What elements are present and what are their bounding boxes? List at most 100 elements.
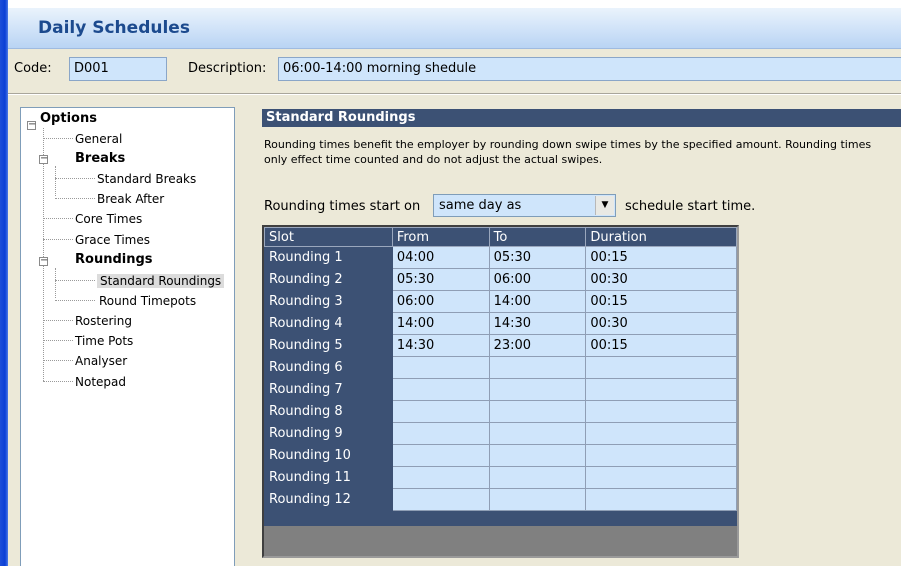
cell-from[interactable]: 14:00 xyxy=(391,312,490,335)
cell-from[interactable]: 04:00 xyxy=(391,246,490,269)
cell-duration[interactable]: 00:15 xyxy=(585,290,737,313)
options-tree[interactable]: − Options General − Breaks Standard Brea… xyxy=(20,107,235,566)
tree-item-rostering[interactable]: Rostering xyxy=(75,314,132,328)
cell-to[interactable]: 23:00 xyxy=(488,334,587,357)
cell-slot: Rounding 11 xyxy=(264,466,393,489)
table-row[interactable]: Rounding 11 xyxy=(264,466,737,489)
chevron-down-icon[interactable]: ▼ xyxy=(595,196,614,215)
column-header-from[interactable]: From xyxy=(391,227,490,247)
tree-line xyxy=(43,340,73,341)
table-row[interactable]: Rounding 4 14:00 14:30 00:30 xyxy=(264,312,737,335)
cell-duration[interactable] xyxy=(585,488,737,511)
tree-line xyxy=(55,300,95,301)
cell-slot: Rounding 1 xyxy=(264,246,393,269)
cell-slot: Rounding 12 xyxy=(264,488,393,511)
collapse-options-icon[interactable]: − xyxy=(27,120,36,130)
tree-line xyxy=(43,239,73,240)
tree-line xyxy=(43,381,73,382)
description-line: Rounding times benefit the employer by r… xyxy=(264,138,872,151)
tree-line xyxy=(43,360,73,361)
window-title: Daily Schedules xyxy=(38,18,190,38)
tree-line xyxy=(43,138,73,139)
cell-from[interactable] xyxy=(391,444,490,467)
code-label: Code: xyxy=(14,61,52,76)
rounding-start-label: Rounding times start on xyxy=(264,199,421,214)
collapse-breaks-icon[interactable]: − xyxy=(39,154,48,164)
cell-from[interactable] xyxy=(391,356,490,379)
cell-duration[interactable]: 00:30 xyxy=(585,268,737,291)
cell-to[interactable] xyxy=(488,466,587,489)
cell-to[interactable] xyxy=(488,488,587,511)
cell-to[interactable]: 05:30 xyxy=(488,246,587,269)
cell-from[interactable] xyxy=(391,422,490,445)
cell-from[interactable] xyxy=(391,400,490,423)
cell-from[interactable]: 06:00 xyxy=(391,290,490,313)
column-header-slot[interactable]: Slot xyxy=(264,227,393,247)
tree-line xyxy=(55,268,56,298)
tree-item-core-times[interactable]: Core Times xyxy=(75,212,142,226)
description-field[interactable]: 06:00-14:00 morning shedule xyxy=(278,57,901,81)
description-label: Description: xyxy=(188,61,267,76)
cell-to[interactable] xyxy=(488,400,587,423)
cell-to[interactable]: 14:30 xyxy=(488,312,587,335)
roundings-grid[interactable]: Slot From To Duration Rounding 1 04:00 05:… xyxy=(262,225,739,558)
tree-item-round-timepots[interactable]: Round Timepots xyxy=(99,294,196,308)
cell-duration[interactable]: 00:15 xyxy=(585,246,737,269)
tree-item-options[interactable]: Options xyxy=(40,112,97,126)
column-header-to[interactable]: To xyxy=(488,227,587,247)
cell-duration[interactable] xyxy=(585,444,737,467)
table-row[interactable]: Rounding 7 xyxy=(264,378,737,401)
tree-item-breaks[interactable]: Breaks xyxy=(75,152,125,166)
table-row[interactable]: Rounding 6 xyxy=(264,356,737,379)
table-row[interactable]: Rounding 1 04:00 05:30 00:15 xyxy=(264,246,737,269)
cell-to[interactable] xyxy=(488,444,587,467)
cell-duration[interactable] xyxy=(585,422,737,445)
rounding-start-value: same day as xyxy=(439,198,522,213)
cell-from[interactable]: 05:30 xyxy=(391,268,490,291)
cell-slot: Rounding 7 xyxy=(264,378,393,401)
table-row[interactable]: Rounding 10 xyxy=(264,444,737,467)
cell-to[interactable] xyxy=(488,378,587,401)
table-row[interactable]: Rounding 2 05:30 06:00 00:30 xyxy=(264,268,737,291)
tree-item-time-pots[interactable]: Time Pots xyxy=(75,334,133,348)
table-row[interactable]: Rounding 3 06:00 14:00 00:15 xyxy=(264,290,737,313)
section-description: Rounding times benefit the employer by r… xyxy=(264,137,901,167)
tree-item-break-after[interactable]: Break After xyxy=(97,192,164,206)
cell-to[interactable] xyxy=(488,422,587,445)
cell-duration[interactable]: 00:15 xyxy=(585,334,737,357)
cell-from[interactable] xyxy=(391,466,490,489)
code-field[interactable]: D001 xyxy=(69,57,167,81)
cell-slot: Rounding 5 xyxy=(264,334,393,357)
cell-slot: Rounding 8 xyxy=(264,400,393,423)
cell-duration[interactable] xyxy=(585,400,737,423)
tree-item-standard-roundings[interactable]: Standard Roundings xyxy=(97,274,225,288)
cell-duration[interactable]: 00:30 xyxy=(585,312,737,335)
tree-item-general[interactable]: General xyxy=(75,132,122,146)
cell-to[interactable] xyxy=(488,356,587,379)
schedule-header: Code: D001 Description: 06:00-14:00 morn… xyxy=(8,49,901,92)
tree-item-analyser[interactable]: Analyser xyxy=(75,354,127,368)
cell-to[interactable]: 06:00 xyxy=(488,268,587,291)
collapse-roundings-icon[interactable]: − xyxy=(39,256,48,266)
tree-item-grace-times[interactable]: Grace Times xyxy=(75,233,150,247)
tree-item-notepad[interactable]: Notepad xyxy=(75,375,126,389)
divider xyxy=(8,93,901,95)
rounding-start-suffix: schedule start time. xyxy=(625,199,756,214)
tree-item-standard-breaks[interactable]: Standard Breaks xyxy=(97,172,196,186)
table-row[interactable]: Rounding 12 xyxy=(264,488,737,511)
table-row[interactable]: Rounding 5 14:30 23:00 00:15 xyxy=(264,334,737,357)
tree-item-roundings[interactable]: Roundings xyxy=(75,253,153,267)
rounding-start-select[interactable]: same day as ▼ xyxy=(433,194,616,217)
table-row[interactable]: Rounding 9 xyxy=(264,422,737,445)
cell-from[interactable] xyxy=(391,488,490,511)
cell-to[interactable]: 14:00 xyxy=(488,290,587,313)
cell-slot: Rounding 2 xyxy=(264,268,393,291)
cell-duration[interactable] xyxy=(585,378,737,401)
table-row[interactable]: Rounding 8 xyxy=(264,400,737,423)
cell-from[interactable] xyxy=(391,378,490,401)
description-line: only effect time counted and do not adju… xyxy=(264,153,603,166)
cell-duration[interactable] xyxy=(585,466,737,489)
cell-duration[interactable] xyxy=(585,356,737,379)
column-header-duration[interactable]: Duration xyxy=(585,227,737,247)
cell-from[interactable]: 14:30 xyxy=(391,334,490,357)
